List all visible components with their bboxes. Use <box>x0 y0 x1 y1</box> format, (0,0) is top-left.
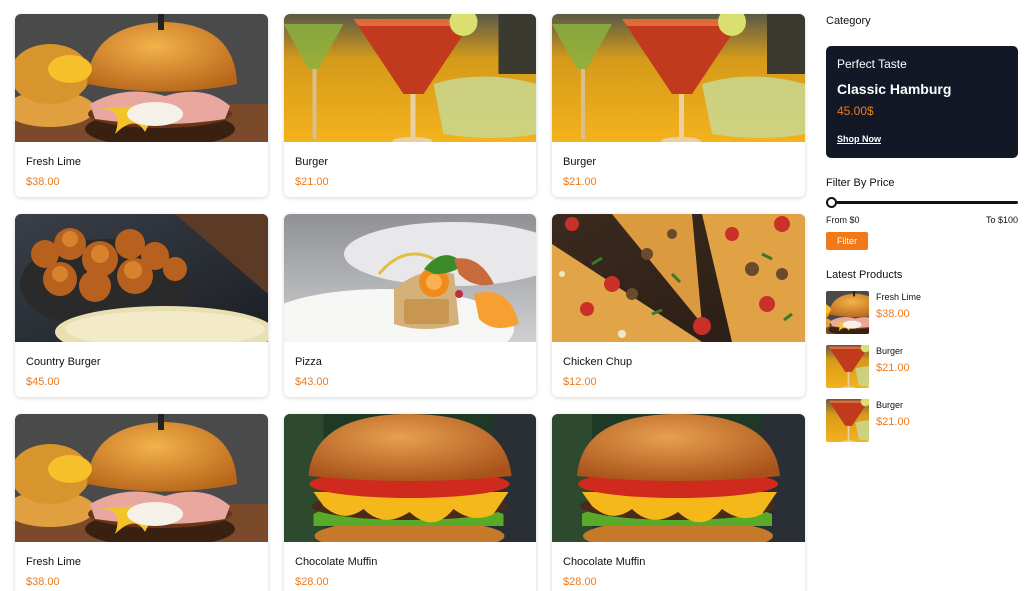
latest-product-info: Burger $21.00 <box>876 399 910 442</box>
cocktail-image <box>284 14 536 142</box>
price-range-labels: From $0 To $100 <box>826 215 1018 226</box>
latest-product-name[interactable]: Burger <box>876 346 910 357</box>
product-card-body: Country Burger $45.00 <box>15 342 268 389</box>
latest-products-title: Latest Products <box>826 269 903 281</box>
burger-egg-image <box>15 14 268 142</box>
product-card[interactable]: Chocolate Muffin $28.00 <box>552 414 805 591</box>
product-price: $12.00 <box>563 376 597 388</box>
latest-product-item[interactable]: Fresh Lime $38.00 <box>826 291 1018 334</box>
product-price: $21.00 <box>295 176 329 188</box>
cocktail-image <box>826 345 869 388</box>
product-price: $38.00 <box>26 576 60 588</box>
product-name[interactable]: Chocolate Muffin <box>295 555 525 569</box>
product-card[interactable]: Chocolate Muffin $28.00 <box>284 414 536 591</box>
promo-banner[interactable]: Perfect Taste Classic Hamburg 45.00$ Sho… <box>826 46 1018 158</box>
burger-egg-image <box>826 291 869 334</box>
price-slider[interactable] <box>826 196 1018 210</box>
latest-product-info: Fresh Lime $38.00 <box>876 291 921 334</box>
latest-product-name[interactable]: Fresh Lime <box>876 292 921 303</box>
latest-product-item[interactable]: Burger $21.00 <box>826 399 1018 442</box>
product-name[interactable]: Chicken Chup <box>563 355 794 369</box>
promo-subtitle: Perfect Taste <box>837 57 907 71</box>
latest-product-price: $21.00 <box>876 362 910 374</box>
product-name[interactable]: Fresh Lime <box>26 555 257 569</box>
product-card-body: Burger $21.00 <box>552 142 805 189</box>
promo-title: Classic Hamburg <box>837 81 952 97</box>
latest-products-list: Fresh Lime $38.00 Burger $21.00 Burger $21.00 <box>826 291 1018 442</box>
product-card-body: Pizza $43.00 <box>284 342 536 389</box>
product-card-body: Fresh Lime $38.00 <box>15 542 268 589</box>
shop-now-link[interactable]: Shop Now <box>837 134 881 144</box>
price-to-label: To $100 <box>985 215 1018 225</box>
plated-dish-image <box>284 214 536 342</box>
promo-price: 45.00$ <box>837 104 874 118</box>
product-name[interactable]: Pizza <box>295 355 525 369</box>
latest-product-item[interactable]: Burger $21.00 <box>826 345 1018 388</box>
product-card[interactable]: Burger $21.00 <box>284 14 536 197</box>
product-price: $28.00 <box>295 576 329 588</box>
filter-by-price-title: Filter By Price <box>826 177 895 189</box>
cocktail-image <box>826 399 869 442</box>
product-name[interactable]: Fresh Lime <box>26 155 257 169</box>
burger-egg-image <box>15 414 268 542</box>
cheeseburger-image <box>284 414 536 542</box>
product-name[interactable]: Country Burger <box>26 355 257 369</box>
price-slider-handle[interactable] <box>826 197 837 208</box>
product-name[interactable]: Burger <box>295 155 525 169</box>
product-name[interactable]: Burger <box>563 155 794 169</box>
latest-product-thumbnail[interactable] <box>826 291 869 334</box>
fried-chicken-image <box>15 214 268 342</box>
filter-button[interactable]: Filter <box>826 232 868 250</box>
product-price: $43.00 <box>295 376 329 388</box>
product-card-body: Fresh Lime $38.00 <box>15 142 268 189</box>
price-from-label: From $0 <box>826 215 860 225</box>
cocktail-image <box>552 14 805 142</box>
sidebar: Category Perfect Taste Classic Hamburg 4… <box>826 14 1018 453</box>
product-price: $45.00 <box>26 376 60 388</box>
product-card-body: Chicken Chup $12.00 <box>552 342 805 389</box>
latest-product-info: Burger $21.00 <box>876 345 910 388</box>
product-price: $28.00 <box>563 576 597 588</box>
latest-product-price: $38.00 <box>876 308 910 320</box>
product-price: $38.00 <box>26 176 60 188</box>
category-title: Category <box>826 15 871 27</box>
latest-product-thumbnail[interactable] <box>826 345 869 388</box>
product-card-body: Burger $21.00 <box>284 142 536 189</box>
price-slider-track[interactable] <box>828 201 1018 204</box>
product-price: $21.00 <box>563 176 597 188</box>
product-card-body: Chocolate Muffin $28.00 <box>284 542 536 589</box>
cheeseburger-image <box>552 414 805 542</box>
product-card[interactable]: Fresh Lime $38.00 <box>15 414 268 591</box>
latest-product-name[interactable]: Burger <box>876 400 910 411</box>
product-card-body: Chocolate Muffin $28.00 <box>552 542 805 589</box>
product-name[interactable]: Chocolate Muffin <box>563 555 794 569</box>
product-card[interactable]: Pizza $43.00 <box>284 214 536 397</box>
pizza-image <box>552 214 805 342</box>
latest-product-price: $21.00 <box>876 416 910 428</box>
product-card[interactable]: Country Burger $45.00 <box>15 214 268 397</box>
product-grid: Fresh Lime $38.00 Burger $21.00 Burger $21.00… <box>15 14 805 591</box>
product-card[interactable]: Chicken Chup $12.00 <box>552 214 805 397</box>
product-card[interactable]: Burger $21.00 <box>552 14 805 197</box>
latest-product-thumbnail[interactable] <box>826 399 869 442</box>
product-card[interactable]: Fresh Lime $38.00 <box>15 14 268 197</box>
